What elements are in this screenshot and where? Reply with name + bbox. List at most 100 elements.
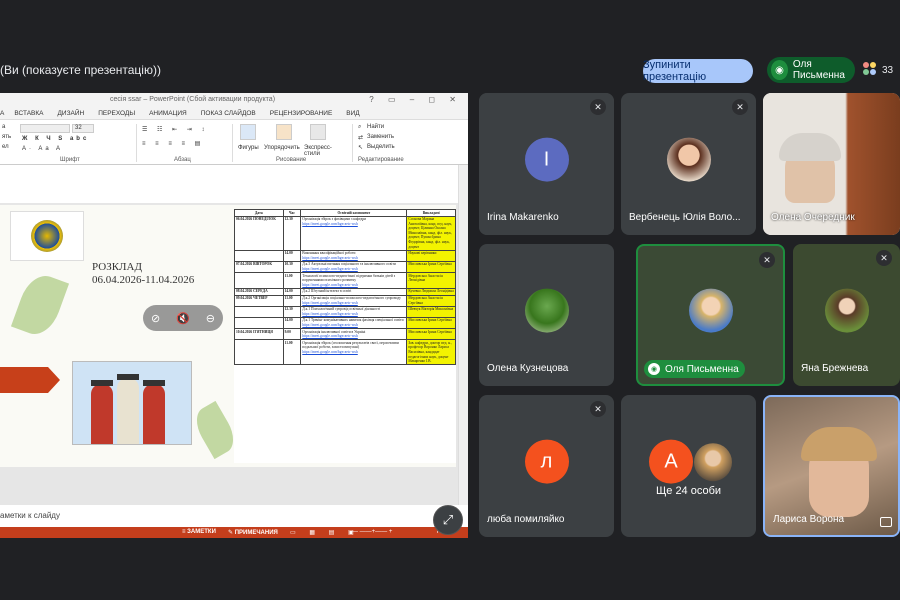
tab-review[interactable]: РЕЦЕНЗИРОВАНИЕ (270, 110, 333, 117)
participants-button[interactable]: 33 (862, 61, 893, 79)
table-row: 09.04.2026 ЧЕТВЕР 11.00 Д.к.2 Організація … (234, 294, 456, 307)
schedule-table: Дата Час Освітній компонент Викладачі 06… (234, 209, 456, 463)
table-row: 07.04.2026 ВІВТОРОК 10.30 Д.к.3 Актуальні … (234, 260, 456, 274)
speaking-icon: ◉ (648, 363, 660, 375)
ribbon-left-b: ять (2, 134, 12, 140)
express-styles-button[interactable]: Экспресс-стили (304, 145, 334, 157)
grad-cap-icon (143, 380, 165, 386)
replace-button[interactable]: Заменить (367, 134, 394, 140)
schedule-slide[interactable]: РОЗКЛАД 06.04.2026-11.04.2026 ⊘ 🔇 ⊖ Дата… (0, 205, 456, 467)
table-row: 08.04.2026 СЕРЕДА 14.00 Д.к.2 Штучний інте… (234, 287, 456, 296)
time-cell: 11.00 (282, 272, 302, 289)
student-figure (91, 384, 113, 444)
mute-icon[interactable]: 🔇 (176, 312, 190, 325)
time-cell: 10.30 (282, 260, 302, 274)
notes-toggle-label: ЗАМЕТКИ (187, 529, 216, 535)
remove-icon[interactable]: ⊖ (206, 312, 215, 325)
expand-icon[interactable]: ⤢ (433, 505, 463, 535)
font-size-box[interactable]: 32 (72, 124, 94, 133)
teacher-cell: Мисливська Ірина Сергіївна (406, 328, 456, 341)
slide-scrollbar[interactable] (458, 165, 468, 505)
shapes-button[interactable]: Фигуры (238, 145, 259, 151)
participant-name: Яна Брежнева (801, 363, 869, 374)
teacher-cell: Наукові керівники (406, 249, 456, 262)
tab-home[interactable]: А (0, 110, 4, 117)
meet-link[interactable]: https://meet.google.com/bgn-aetc-wxh (302, 283, 405, 288)
time-cell: 12.30 (282, 215, 302, 251)
tab-view[interactable]: ВИД (346, 110, 359, 117)
paragraph-group-label: Абзац (174, 157, 191, 163)
meet-link[interactable]: https://meet.google.com/bgn-aetc-wxh (302, 323, 405, 328)
meet-link[interactable]: https://meet.google.com/bgn-aetc-wxh (302, 312, 405, 317)
participant-tile-pysmenna[interactable]: ✕ ◉ Оля Письменна (636, 244, 785, 386)
comments-toggle-label: ПРИМЕЧАНИЯ (234, 530, 278, 536)
notes-pane[interactable]: аметки к слайду (0, 505, 468, 527)
teacher-cell: Мердовська Анастасія Сергіївна (406, 294, 456, 307)
meet-link[interactable]: https://meet.google.com/bgn-aetc-wxh (302, 350, 405, 355)
window-controls[interactable]: ? ▭ – ◻ ✕ (369, 95, 462, 104)
stop-presenting-button[interactable]: Зупинити презентацію (643, 59, 753, 83)
participant-name: Irina Makarenko (487, 212, 559, 223)
students-illustration (72, 361, 192, 445)
font-format-buttons[interactable]: Ж К Ч S abc (22, 136, 89, 142)
meet-link[interactable]: https://meet.google.com/bgn-aetc-wxh (302, 267, 405, 272)
table-row: 10.04.2026 П'ЯТНИЦЯ 9.00 Організація інклю… (234, 328, 456, 341)
self-view-icon[interactable] (880, 517, 892, 527)
list-buttons[interactable]: ☰ ☷ ⇤ ⇥ ↕ (142, 126, 208, 133)
active-speaker-chip[interactable]: ◉ Оля Письменна (767, 57, 855, 83)
date-cell: 07.04.2026 ВІВТОРОК (234, 260, 284, 274)
participant-tile-irina[interactable]: ✕ I Irina Makarenko (479, 93, 614, 235)
presenter-overlay-controls: ⊘ 🔇 ⊖ (143, 305, 223, 331)
meet-link[interactable]: https://meet.google.com/bgn-aetc-wxh (302, 256, 405, 261)
select-icon: ↖ (358, 145, 364, 151)
meet-link[interactable]: https://meet.google.com/bgn-aetc-wxh (302, 334, 405, 339)
participant-name: Лариса Ворона (773, 514, 845, 525)
arrange-button[interactable]: Упорядочить (264, 145, 300, 151)
align-buttons[interactable]: ≡ ≡ ≡ ≡ ▤ (142, 140, 204, 147)
time-cell: 14.00 (282, 249, 302, 262)
slide-editor-area: РОЗКЛАД 06.04.2026-11.04.2026 ⊘ 🔇 ⊖ Дата… (0, 165, 468, 505)
more-participants-tile[interactable]: А Ще 24 особи (621, 395, 756, 537)
student-figure (117, 378, 139, 444)
date-cell (234, 316, 284, 330)
participant-tile-verbenets[interactable]: ✕ Вербенець Юлія Воло... (621, 93, 756, 235)
date-cell (234, 272, 284, 289)
seal-icon (31, 220, 63, 252)
meet-link[interactable]: https://meet.google.com/bgn-aetc-wxh (302, 301, 405, 306)
font-color-buttons[interactable]: A· Aa A (22, 146, 63, 152)
find-button[interactable]: Найти (367, 124, 384, 130)
meet-link[interactable]: https://meet.google.com/bgn-aetc-wxh (302, 222, 405, 227)
participant-tile-vorona[interactable]: Лариса Ворона (763, 395, 900, 537)
teacher-cell: Шевчук Вікторія Миколаївна (406, 305, 456, 318)
time-cell: 11.00 (282, 294, 302, 307)
participant-tile-pomyliaiko[interactable]: ✕ л люба помиляйко (479, 395, 614, 537)
view-buttons[interactable]: ▭ ▦ ▤ ▣ (290, 529, 360, 536)
date-cell (234, 249, 284, 262)
participant-name: Олена Кузнецова (487, 363, 569, 374)
tab-design[interactable]: ДИЗАЙН (58, 110, 85, 117)
notes-toggle[interactable]: ≡ ЗАМЕТКИ (182, 529, 216, 535)
topic-cell: Організація збірок з фахівцями з кафедри… (300, 215, 408, 251)
tab-insert[interactable]: ВСТАВКА (14, 110, 43, 117)
comments-toggle[interactable]: ✎ ПРИМЕЧАНИЯ (228, 529, 278, 536)
teacher-cell: Кучевко Людмила Леонідівна (406, 287, 456, 296)
grad-cap-icon (91, 380, 113, 386)
pin-off-icon[interactable]: ⊘ (151, 312, 160, 325)
tab-slideshow[interactable]: ПОКАЗ СЛАЙДОВ (201, 110, 256, 117)
ppt-status-bar: ≡ ЗАМЕТКИ ✎ ПРИМЕЧАНИЯ ▭ ▦ ▤ ▣ — ——+—— +… (0, 527, 468, 538)
participant-tile-ocherednyk[interactable]: Олена Очередник (763, 93, 900, 235)
tab-transitions[interactable]: ПЕРЕХОДЫ (98, 110, 135, 117)
grad-cap-icon (117, 374, 139, 380)
avatar-photo (688, 288, 733, 333)
tab-animation[interactable]: АНИМАЦИЯ (149, 110, 187, 117)
font-name-box[interactable] (20, 124, 70, 133)
topic-cell: Виконання кваліфікаційної роботи https://… (300, 249, 408, 262)
avatar: А (649, 439, 693, 484)
select-button[interactable]: Выделить (367, 144, 395, 150)
avatar-photo (694, 443, 732, 482)
editing-group-label: Редактирование (358, 157, 404, 163)
participant-tile-brezhneva[interactable]: ✕ Яна Брежнева (793, 244, 900, 386)
participant-tile-kuznetsova[interactable]: Олена Кузнецова (479, 244, 614, 386)
teacher-cell: Мисливська Ірина Сергіївна (406, 260, 456, 274)
zoom-slider[interactable]: — ——+—— + (352, 529, 392, 535)
